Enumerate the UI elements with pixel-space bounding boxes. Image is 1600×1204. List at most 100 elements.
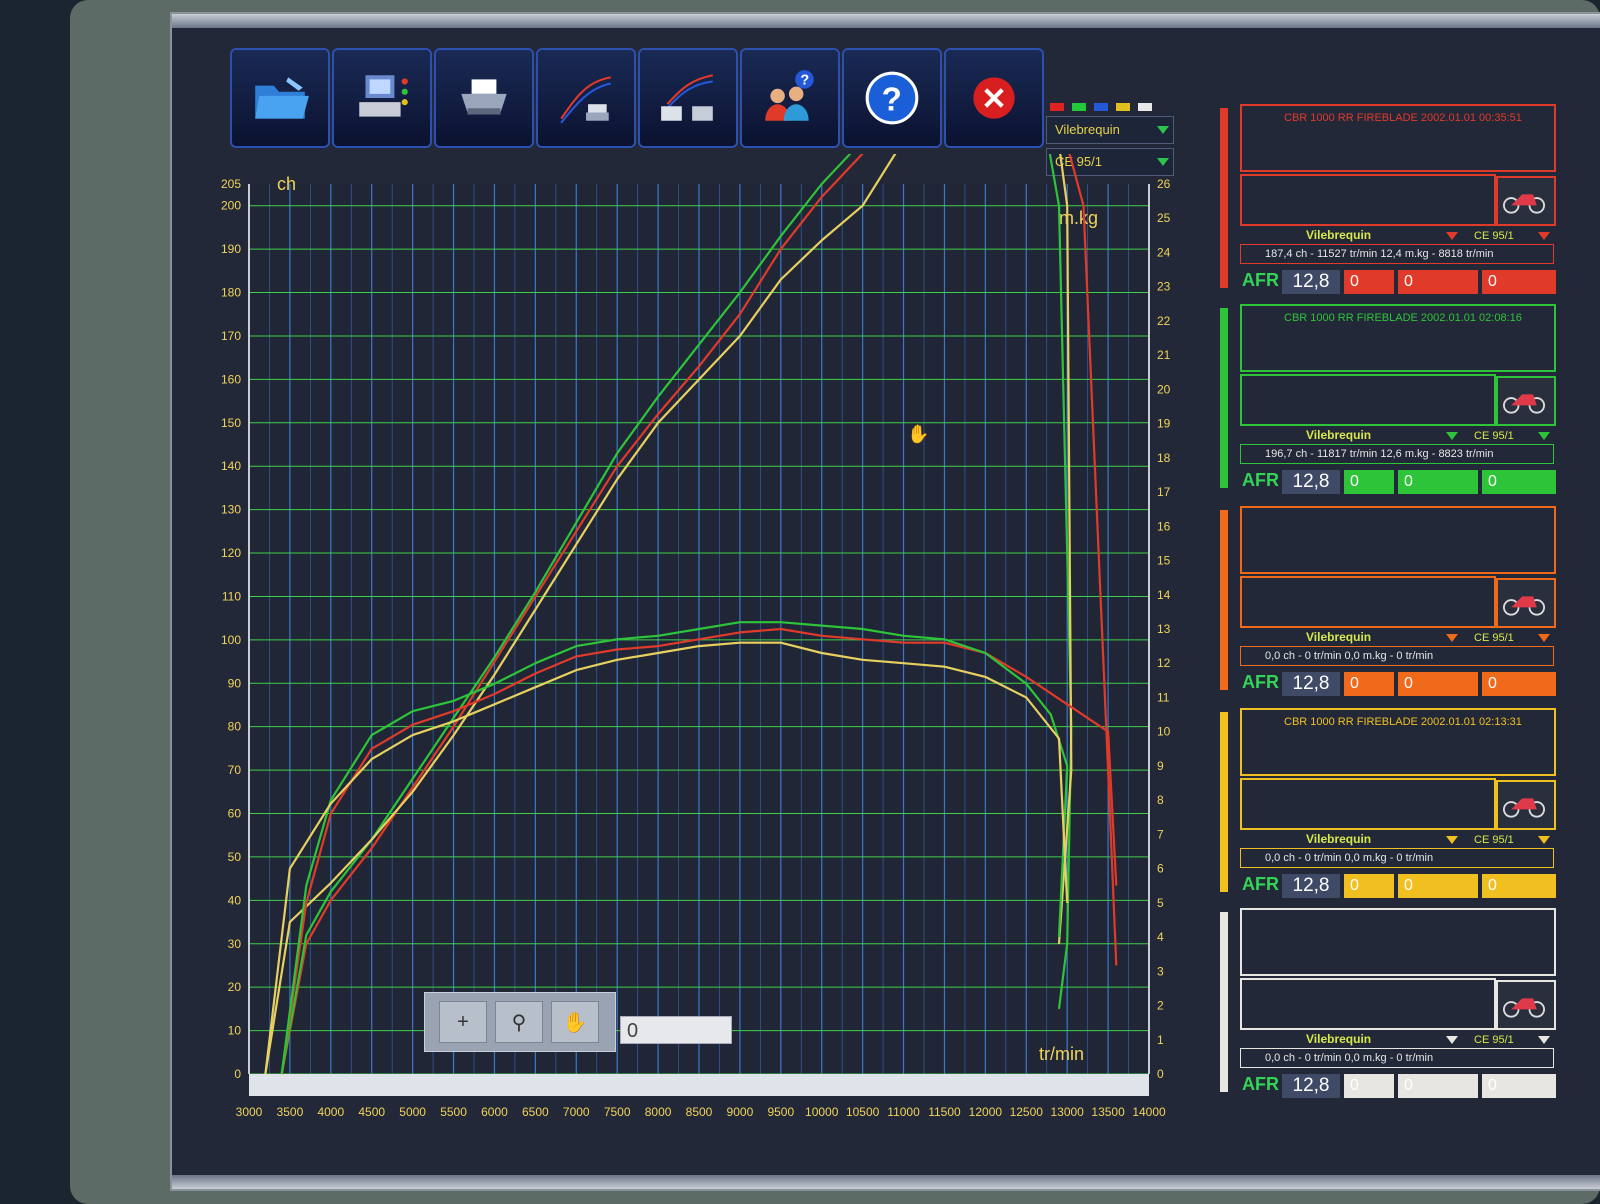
afr-cell: 0 bbox=[1398, 1074, 1478, 1098]
afr-cell: 0 bbox=[1344, 1074, 1394, 1098]
afr-value[interactable]: 12,8 bbox=[1282, 1074, 1340, 1098]
curve-color-swatch[interactable] bbox=[1094, 103, 1108, 111]
left-tick-label: 50 bbox=[228, 850, 242, 864]
chevron-down-icon[interactable] bbox=[1446, 634, 1458, 642]
chevron-down-icon[interactable] bbox=[1538, 836, 1550, 844]
afr-value[interactable]: 12,8 bbox=[1282, 470, 1340, 494]
right-tick-label: 22 bbox=[1157, 314, 1171, 328]
chevron-down-icon[interactable] bbox=[1446, 232, 1458, 240]
curve-color-swatch[interactable] bbox=[1072, 103, 1086, 111]
crosshair-button[interactable]: + bbox=[439, 1001, 487, 1043]
right-tick-label: 6 bbox=[1157, 862, 1164, 876]
run-panel[interactable]: Vilebrequin CE 95/1 0,0 ch - 0 tr/min 0,0 … bbox=[1220, 908, 1560, 1108]
zoom-toolbar: + ⚲ ✋ bbox=[424, 992, 616, 1052]
measure-select[interactable]: Vilebrequin bbox=[1046, 116, 1174, 144]
help-button[interactable]: ? bbox=[842, 48, 942, 148]
run-panel[interactable]: Vilebrequin CE 95/1 0,0 ch - 0 tr/min 0,0 … bbox=[1220, 506, 1560, 706]
peak-readout: 187,4 ch - 11527 tr/min 12,4 m.kg - 8818… bbox=[1240, 244, 1554, 264]
x-tick-label: 12500 bbox=[1010, 1105, 1044, 1119]
x-tick-label: 8000 bbox=[645, 1105, 672, 1119]
measure-label: Vilebrequin bbox=[1306, 228, 1372, 242]
x-tick-label: 7000 bbox=[563, 1105, 590, 1119]
run-title-box bbox=[1240, 908, 1556, 976]
motorcycle-icon[interactable] bbox=[1496, 376, 1556, 426]
run-panel[interactable]: CBR 1000 RR FIREBLADE 2002.01.01 02:13:3… bbox=[1220, 708, 1560, 908]
chevron-down-icon[interactable] bbox=[1446, 432, 1458, 440]
run-color-bar bbox=[1220, 712, 1228, 892]
motorcycle-icon[interactable] bbox=[1496, 980, 1556, 1030]
afr-value[interactable]: 12,8 bbox=[1282, 874, 1340, 898]
run-title-box: CBR 1000 RR FIREBLADE 2002.01.01 00:35:5… bbox=[1240, 104, 1556, 172]
dyno-software-screen: ? ? Vilebrequin CE 95/1 3000 3500 4000 4500… bbox=[170, 12, 1600, 1191]
print-compare-button[interactable] bbox=[638, 48, 738, 148]
chevron-down-icon[interactable] bbox=[1446, 1036, 1458, 1044]
chevron-down-icon[interactable] bbox=[1538, 232, 1550, 240]
motorcycle-icon[interactable] bbox=[1496, 176, 1556, 226]
power-torque-chart[interactable]: 3000 3500 4000 4500 5000 5500 6000 6500 7000 7500… bbox=[207, 154, 1207, 1134]
chevron-down-icon[interactable] bbox=[1446, 836, 1458, 844]
curve-color-swatch[interactable] bbox=[1116, 103, 1130, 111]
left-tick-label: 110 bbox=[222, 589, 241, 603]
left-tick-label: 120 bbox=[221, 546, 241, 560]
open-folder-button[interactable] bbox=[230, 48, 330, 148]
curve-color-swatches bbox=[1050, 98, 1160, 116]
x-tick-label: 9000 bbox=[727, 1105, 754, 1119]
run-title: CBR 1000 RR FIREBLADE 2002.01.01 02:13:3… bbox=[1284, 716, 1522, 728]
print-button[interactable] bbox=[434, 48, 534, 148]
folder-icon bbox=[255, 77, 309, 119]
x-tick-label: 12000 bbox=[969, 1105, 1003, 1119]
right-tick-label: 25 bbox=[1157, 211, 1171, 225]
users-help-button[interactable]: ? bbox=[740, 48, 840, 148]
chevron-down-icon[interactable] bbox=[1538, 1036, 1550, 1044]
run-panel[interactable]: CBR 1000 RR FIREBLADE 2002.01.01 02:08:1… bbox=[1220, 304, 1560, 504]
print-compare-icon bbox=[661, 74, 714, 121]
afr-value[interactable]: 12,8 bbox=[1282, 672, 1340, 696]
svg-text:?: ? bbox=[882, 81, 902, 118]
crosshair-icon: + bbox=[457, 1010, 469, 1033]
chevron-down-icon bbox=[1157, 126, 1169, 134]
measure-select-value: Vilebrequin bbox=[1055, 122, 1120, 137]
left-tick-label: 0 bbox=[234, 1067, 241, 1081]
right-tick-label: 0 bbox=[1157, 1067, 1164, 1081]
run-color-bar bbox=[1220, 510, 1228, 690]
chevron-down-icon[interactable] bbox=[1538, 634, 1550, 642]
x-tick-label: 10500 bbox=[846, 1105, 880, 1119]
left-tick-label: 150 bbox=[221, 416, 241, 430]
x-tick-label: 5500 bbox=[440, 1105, 467, 1119]
left-tick-label: 40 bbox=[228, 893, 242, 907]
motorcycle-icon[interactable] bbox=[1496, 578, 1556, 628]
zoom-value-input[interactable]: 0 bbox=[620, 1016, 732, 1044]
run-panel[interactable]: CBR 1000 RR FIREBLADE 2002.01.01 00:35:5… bbox=[1220, 104, 1560, 304]
zoom-button[interactable]: ⚲ bbox=[495, 1001, 543, 1043]
close-button[interactable] bbox=[944, 48, 1044, 148]
left-tick-label: 80 bbox=[228, 720, 242, 734]
curve-color-swatch[interactable] bbox=[1138, 103, 1152, 111]
run-title: CBR 1000 RR FIREBLADE 2002.01.01 02:08:1… bbox=[1284, 312, 1522, 324]
right-tick-label: 2 bbox=[1157, 999, 1164, 1013]
afr-label: AFR bbox=[1242, 470, 1279, 490]
print-curve-button[interactable] bbox=[536, 48, 636, 148]
curve-color-swatch[interactable] bbox=[1050, 103, 1064, 111]
run-title-box: CBR 1000 RR FIREBLADE 2002.01.01 02:13:3… bbox=[1240, 708, 1556, 776]
peak-readout: 196,7 ch - 11817 tr/min 12,6 m.kg - 8823… bbox=[1240, 444, 1554, 464]
afr-cell: 0 bbox=[1344, 672, 1394, 696]
chevron-down-icon[interactable] bbox=[1538, 432, 1550, 440]
users-help-icon: ? bbox=[765, 70, 814, 121]
run-title: CBR 1000 RR FIREBLADE 2002.01.01 00:35:5… bbox=[1284, 112, 1522, 124]
pan-button[interactable]: ✋ bbox=[551, 1001, 599, 1043]
x-tick-label: 9500 bbox=[767, 1105, 794, 1119]
afr-cell: 0 bbox=[1482, 470, 1556, 494]
x-tick-label: 11500 bbox=[928, 1105, 961, 1119]
peak-readout: 0,0 ch - 0 tr/min 0,0 m.kg - 0 tr/min bbox=[1240, 646, 1554, 666]
right-tick-label: 8 bbox=[1157, 793, 1164, 807]
norm-label: CE 95/1 bbox=[1474, 1034, 1514, 1046]
motorcycle-icon[interactable] bbox=[1496, 780, 1556, 830]
run-notes-box bbox=[1240, 978, 1496, 1030]
right-tick-label: 19 bbox=[1157, 417, 1171, 431]
afr-cell: 0 bbox=[1398, 874, 1478, 898]
left-tick-label: 205 bbox=[221, 177, 241, 191]
x-tick-label: 3500 bbox=[277, 1105, 304, 1119]
afr-value[interactable]: 12,8 bbox=[1282, 270, 1340, 294]
run-color-bar bbox=[1220, 912, 1228, 1092]
computer-button[interactable] bbox=[332, 48, 432, 148]
